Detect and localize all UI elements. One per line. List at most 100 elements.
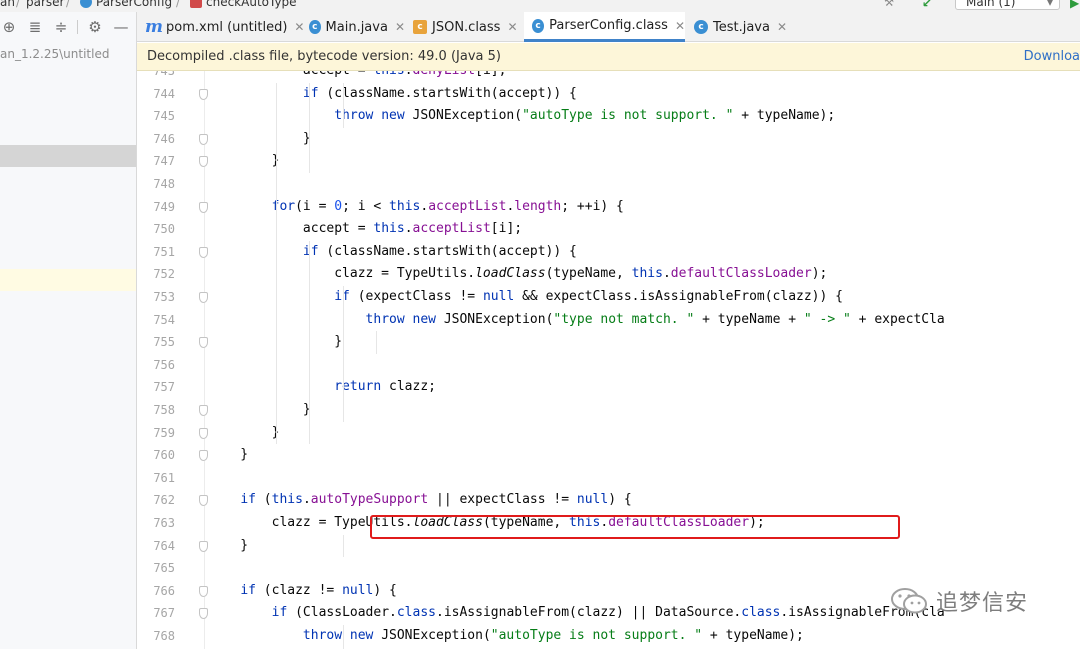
fold-marker-icon[interactable] xyxy=(199,427,208,439)
code-line[interactable]: 768 throw new JSONException("autoType is… xyxy=(137,625,1080,648)
tab-label: Test.java xyxy=(713,19,770,35)
code-text: clazz = TypeUtils.loadClass(typeName, th… xyxy=(209,266,828,282)
code-line[interactable]: 760 } xyxy=(137,444,1080,467)
line-number: 756 xyxy=(153,357,175,372)
code-editor[interactable]: 743 accept = this.denyList[i];744 if (cl… xyxy=(137,71,1080,649)
fold-marker-icon[interactable] xyxy=(199,585,208,597)
build-icon[interactable]: ⚒ xyxy=(880,0,898,12)
fold-marker-icon[interactable] xyxy=(199,246,208,258)
back-arrow-icon[interactable]: ↙ xyxy=(922,0,932,10)
tab-label: pom.xml (untitled) xyxy=(166,19,288,35)
code-line[interactable]: 751 if (className.startsWith(accept)) { xyxy=(137,241,1080,264)
tree-row-highlighted[interactable] xyxy=(0,269,136,291)
code-line[interactable]: 765 xyxy=(137,557,1080,580)
code-line[interactable]: 759 } xyxy=(137,422,1080,445)
code-text: if (className.startsWith(accept)) { xyxy=(302,243,577,259)
wechat-icon xyxy=(890,586,928,616)
project-path[interactable]: an_1.2.25\untitled xyxy=(0,47,109,61)
breadcrumb-item-project[interactable]: an xyxy=(0,0,15,9)
hide-icon[interactable]: — xyxy=(112,18,130,36)
tab-main-java[interactable]: c Main.java ✕ xyxy=(309,12,405,42)
tab-parserconfig-class[interactable]: c ParserConfig.class ✕ xyxy=(524,12,685,42)
line-number: 749 xyxy=(153,199,175,214)
code-line[interactable]: 748 xyxy=(137,173,1080,196)
tab-test-java[interactable]: c Test.java ✕ xyxy=(694,12,790,42)
code-line[interactable]: 762 if (this.autoTypeSupport || expectCl… xyxy=(137,489,1080,512)
code-line[interactable]: 761 xyxy=(137,467,1080,490)
code-line[interactable]: 754 throw new JSONException("type not ma… xyxy=(137,309,1080,332)
fold-marker-icon[interactable] xyxy=(199,540,208,552)
fold-marker-icon[interactable] xyxy=(199,495,208,507)
line-number: 762 xyxy=(153,493,175,508)
code-text: return clazz; xyxy=(334,379,436,395)
breadcrumb-item-parserconfig[interactable]: ParserConfig xyxy=(96,0,172,9)
decompiled-notice: Decompiled .class file, bytecode version… xyxy=(137,43,1080,71)
fold-marker-icon[interactable] xyxy=(199,133,208,145)
breadcrumb-separator: / xyxy=(176,0,181,9)
fold-marker-icon[interactable] xyxy=(199,608,208,620)
gear-icon[interactable]: ⚙ xyxy=(86,18,104,36)
run-icon[interactable]: ▶ xyxy=(1070,0,1079,10)
code-text: throw new JSONException("type not match.… xyxy=(365,311,945,327)
line-number: 768 xyxy=(153,629,175,643)
code-text: if (className.startsWith(accept)) { xyxy=(302,85,577,101)
line-number: 754 xyxy=(153,312,175,327)
expand-all-icon[interactable]: ≣ xyxy=(26,18,44,36)
fold-marker-icon[interactable] xyxy=(199,88,208,100)
class-file-icon: c xyxy=(413,20,427,34)
fold-marker-icon[interactable] xyxy=(199,201,208,213)
close-icon[interactable]: ✕ xyxy=(395,20,405,34)
line-number: 747 xyxy=(153,154,175,169)
tab-label: Main.java xyxy=(325,19,388,35)
run-config-select[interactable]: Main (1) ▾ xyxy=(955,0,1060,10)
decompiled-notice-text: Decompiled .class file, bytecode version… xyxy=(147,49,501,64)
code-line[interactable]: 743 accept = this.denyList[i]; xyxy=(137,71,1080,83)
line-number: 757 xyxy=(153,380,175,395)
code-text: throw new JSONException("autoType is not… xyxy=(334,108,836,124)
code-line[interactable]: 749 for(i = 0; i < this.acceptList.lengt… xyxy=(137,196,1080,219)
close-icon[interactable]: ✕ xyxy=(675,19,685,33)
tab-json-class[interactable]: c JSON.class ✕ xyxy=(413,12,521,42)
locate-icon[interactable]: ⊕ xyxy=(0,18,18,36)
fold-marker-icon[interactable] xyxy=(199,292,208,303)
breadcrumb-separator: / xyxy=(16,0,21,9)
code-line[interactable]: 756 xyxy=(137,354,1080,377)
code-line[interactable]: 752 clazz = TypeUtils.loadClass(typeName… xyxy=(137,263,1080,286)
code-line[interactable]: 755 } xyxy=(137,331,1080,354)
code-line[interactable]: 745 throw new JSONException("autoType is… xyxy=(137,105,1080,128)
indent-guide xyxy=(343,286,344,422)
fold-marker-icon[interactable] xyxy=(199,156,208,168)
breadcrumb-item-checkautotype[interactable]: checkAutoType xyxy=(206,0,297,9)
tab-label: JSON.class xyxy=(432,19,501,35)
close-icon[interactable]: ✕ xyxy=(294,20,304,34)
maven-icon: m xyxy=(145,17,163,37)
indent-guide xyxy=(309,240,310,445)
watermark: 追梦信安 xyxy=(890,583,1028,619)
fold-marker-icon[interactable] xyxy=(199,337,208,349)
code-line[interactable]: 753 if (expectClass != null && expectCla… xyxy=(137,286,1080,309)
tab-pom-xml[interactable]: m pom.xml (untitled) ✕ xyxy=(145,12,304,42)
code-line[interactable]: 744 if (className.startsWith(accept)) { xyxy=(137,83,1080,106)
code-line[interactable]: 750 accept = this.acceptList[i]; xyxy=(137,218,1080,241)
close-icon[interactable]: ✕ xyxy=(777,20,787,34)
breadcrumb-item-parser[interactable]: parser xyxy=(26,0,64,9)
code-line[interactable]: 757 return clazz; xyxy=(137,376,1080,399)
line-number: 763 xyxy=(153,516,175,530)
code-line[interactable]: 747 } xyxy=(137,150,1080,173)
tree-row-selected[interactable] xyxy=(0,145,136,167)
chevron-down-icon: ▾ xyxy=(1046,0,1053,9)
download-sources-link[interactable]: Downloa xyxy=(1024,49,1080,64)
indent-guide xyxy=(343,534,344,558)
code-line[interactable]: 758 } xyxy=(137,399,1080,422)
code-text: } xyxy=(209,153,280,169)
code-text: accept = this.denyList[i]; xyxy=(209,71,507,83)
run-toolbar: ⚒ ↙ Main (1) ▾ ▶ xyxy=(880,0,1080,12)
code-line[interactable]: 746 } xyxy=(137,128,1080,151)
indent-guide xyxy=(309,82,310,173)
fold-marker-icon[interactable] xyxy=(199,405,208,416)
close-icon[interactable]: ✕ xyxy=(507,20,517,34)
line-number: 765 xyxy=(153,561,175,576)
fold-marker-icon[interactable] xyxy=(199,450,208,462)
code-text: if (expectClass != null && expectClass.i… xyxy=(334,289,843,304)
collapse-all-icon[interactable]: ≑ xyxy=(52,18,70,36)
